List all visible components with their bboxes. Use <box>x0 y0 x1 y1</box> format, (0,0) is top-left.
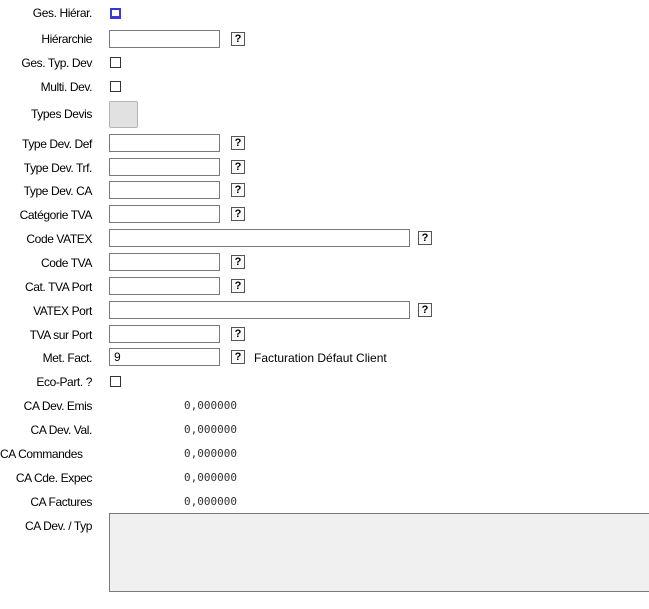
vatex-port-help-button[interactable]: ? <box>418 303 432 317</box>
type-dev-ca-help-button[interactable]: ? <box>231 183 245 197</box>
type-dev-def-label: Type Dev. Def <box>22 137 92 151</box>
met-fact-description: Facturation Défaut Client <box>254 351 387 365</box>
cat-tva-port-help-button[interactable]: ? <box>231 279 245 293</box>
vatex-port-input[interactable] <box>109 301 410 319</box>
met-fact-label: Met. Fact. <box>42 351 93 365</box>
types-devis-button[interactable] <box>109 101 138 128</box>
code-vatex-label: Code VATEX <box>26 232 92 246</box>
ges-hierar-label: Ges. Hiérar. <box>32 6 93 20</box>
eco-part-checkbox[interactable] <box>110 376 121 387</box>
type-dev-ca-input[interactable] <box>109 181 220 199</box>
code-tva-input[interactable] <box>109 253 220 271</box>
ges-hierar-checkbox[interactable] <box>110 8 121 19</box>
ca-factures-label: CA Factures <box>30 495 92 509</box>
categorie-tva-label: Catégorie TVA <box>19 208 93 222</box>
ca-factures-value: 0,000000 <box>184 495 237 508</box>
multi-dev-label: Multi. Dev. <box>40 80 93 94</box>
ca-cde-expec-label: CA Cde. Expec <box>15 471 93 485</box>
hierarchie-input[interactable] <box>109 30 220 48</box>
tva-sur-port-help-button[interactable]: ? <box>231 327 245 341</box>
code-tva-label: Code TVA <box>40 256 92 270</box>
ca-dev-val-value: 0,000000 <box>184 423 237 436</box>
ca-dev-typ-panel[interactable] <box>109 513 649 592</box>
tva-sur-port-input[interactable] <box>109 325 220 343</box>
type-dev-trf-input[interactable] <box>109 158 220 176</box>
eco-part-label: Eco-Part. ? <box>36 375 92 389</box>
met-fact-input[interactable]: 9 <box>109 348 220 366</box>
met-fact-help-button[interactable]: ? <box>231 350 245 364</box>
categorie-tva-input[interactable] <box>109 205 220 223</box>
tva-sur-port-label: TVA sur Port <box>29 328 93 342</box>
ca-dev-emis-label: CA Dev. Emis <box>23 399 93 413</box>
categorie-tva-help-button[interactable]: ? <box>231 207 245 221</box>
ca-dev-typ-label: CA Dev. / Typ <box>24 519 92 533</box>
type-dev-trf-label: Type Dev. Trf. <box>23 161 93 175</box>
vatex-port-label: VATEX Port <box>33 304 92 318</box>
type-dev-ca-label: Type Dev. CA <box>23 184 93 198</box>
hierarchie-label: Hiérarchie <box>41 32 92 46</box>
ges-typ-dev-checkbox[interactable] <box>110 57 121 68</box>
code-vatex-input[interactable] <box>109 229 410 247</box>
ca-commandes-label: CA Commandes <box>0 447 83 461</box>
type-dev-def-help-button[interactable]: ? <box>231 136 245 150</box>
hierarchie-help-button[interactable]: ? <box>231 32 245 46</box>
ges-typ-dev-label: Ges. Typ. Dev <box>21 56 92 70</box>
code-vatex-help-button[interactable]: ? <box>418 231 432 245</box>
customer-form: Ges. Hiérar. Hiérarchie ? Ges. Typ. Dev … <box>0 0 649 609</box>
types-devis-label: Types Devis <box>31 107 92 121</box>
type-dev-trf-help-button[interactable]: ? <box>231 160 245 174</box>
cat-tva-port-label: Cat. TVA Port <box>24 280 92 294</box>
type-dev-def-input[interactable] <box>109 134 220 152</box>
ca-commandes-value: 0,000000 <box>184 447 237 460</box>
multi-dev-checkbox[interactable] <box>110 81 121 92</box>
ca-cde-expec-value: 0,000000 <box>184 471 237 484</box>
ca-dev-emis-value: 0,000000 <box>184 399 237 412</box>
cat-tva-port-input[interactable] <box>109 277 220 295</box>
code-tva-help-button[interactable]: ? <box>231 255 245 269</box>
ca-dev-val-label: CA Dev. Val. <box>30 423 93 437</box>
